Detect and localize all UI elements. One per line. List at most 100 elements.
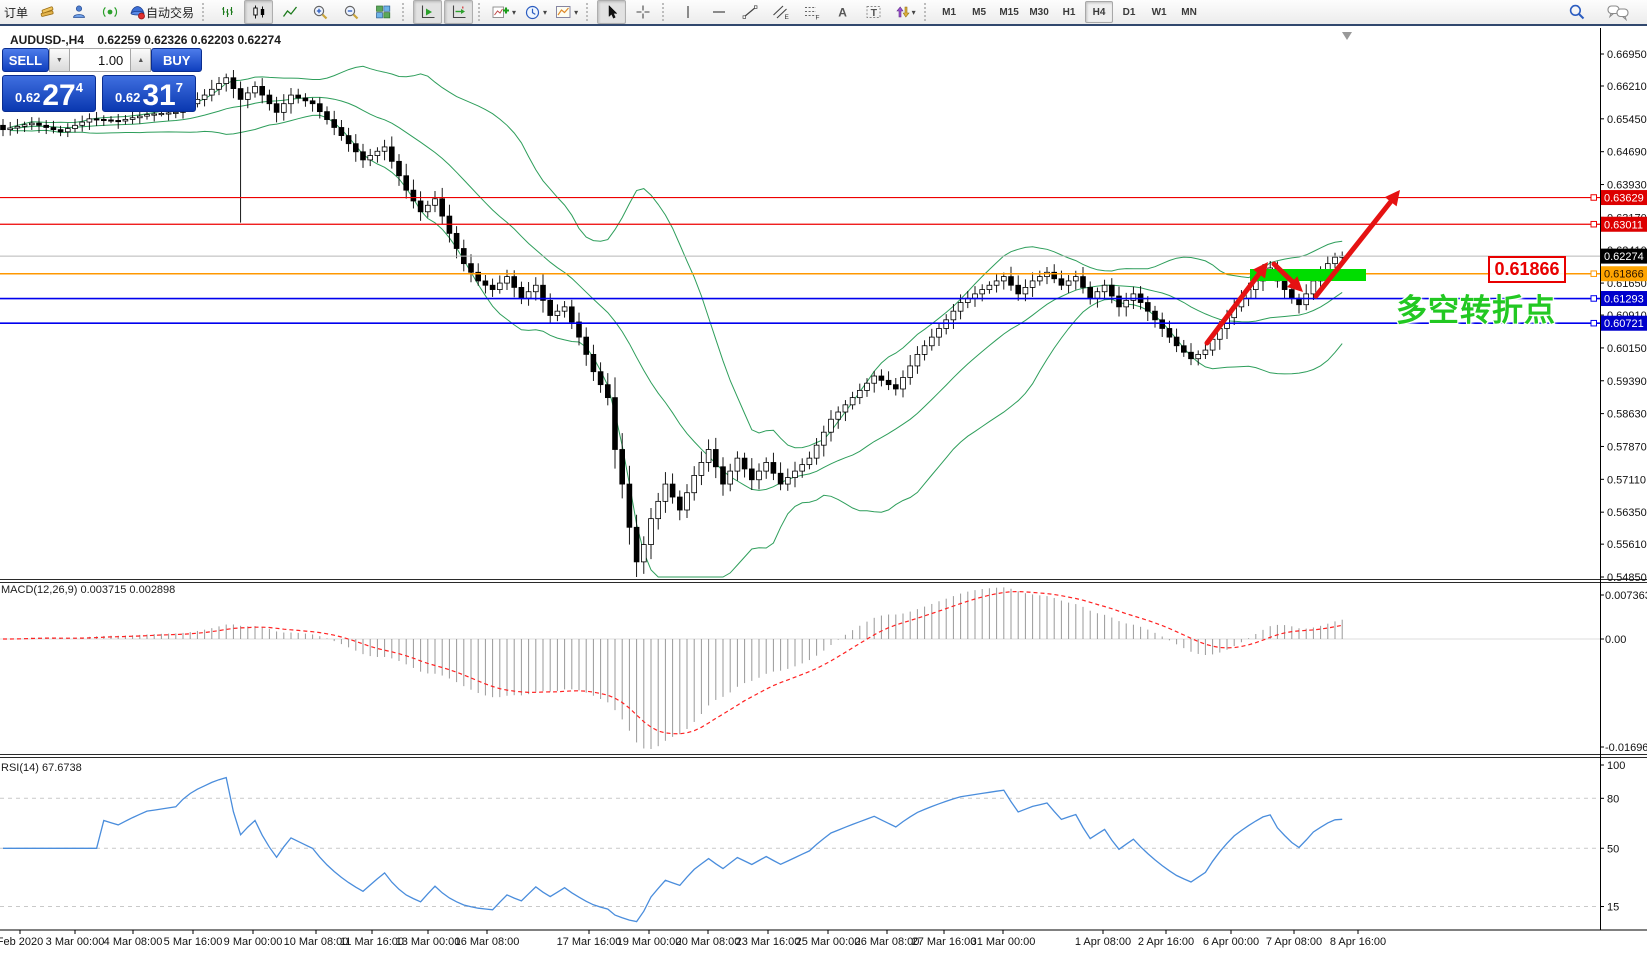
cursor-icon [604, 4, 620, 20]
svg-text:2 Apr 16:00: 2 Apr 16:00 [1138, 936, 1194, 948]
timeframe-H4[interactable]: H4 [1085, 1, 1113, 23]
arrows-tool[interactable]: ▾ [890, 0, 919, 24]
svg-text:0.56350: 0.56350 [1607, 507, 1647, 519]
buy-price-pip: 7 [176, 80, 183, 95]
tile-windows-icon [375, 4, 391, 20]
svg-text:0.62274: 0.62274 [1604, 251, 1644, 263]
timeframe-H1[interactable]: H1 [1055, 1, 1083, 23]
vertical-line-icon [681, 4, 695, 20]
svg-text:T: T [871, 7, 878, 19]
svg-text:50: 50 [1607, 843, 1619, 855]
svg-text:27 Mar 16:00: 27 Mar 16:00 [912, 936, 977, 948]
signals-button[interactable] [95, 0, 124, 24]
macd-label: MACD(12,26,9) 0.003715 0.002898 [1, 584, 175, 596]
toolbar-grip [586, 3, 591, 21]
tile-windows-button[interactable] [368, 0, 397, 24]
timeframe-M15[interactable]: M15 [995, 1, 1023, 23]
autotrading-button[interactable]: 自动交易 [126, 0, 197, 24]
svg-text:F: F [816, 15, 820, 21]
svg-text:0.58630: 0.58630 [1607, 409, 1647, 421]
zoom-in-button[interactable] [306, 0, 335, 24]
mt4-window: 订单 自动交易 [0, 0, 1647, 954]
svg-text:1 Apr 08:00: 1 Apr 08:00 [1075, 936, 1131, 948]
search-button[interactable] [1562, 0, 1591, 24]
svg-text:26 Mar 08:00: 26 Mar 08:00 [855, 936, 920, 948]
chart-canvas[interactable]: 0.669500.662100.654500.646900.639300.631… [0, 28, 1647, 954]
chart-window[interactable]: 0.669500.662100.654500.646900.639300.631… [0, 28, 1647, 954]
auto-scroll-button[interactable] [413, 0, 442, 24]
buy-price-prefix: 0.62 [115, 90, 140, 105]
autotrading-label: 自动交易 [146, 4, 194, 21]
trendline-tool[interactable] [735, 0, 764, 24]
macd-layer [3, 587, 1342, 749]
chat-bubbles-icon [1607, 4, 1629, 21]
timeframe-W1[interactable]: W1 [1145, 1, 1173, 23]
data-window-button[interactable] [64, 0, 93, 24]
rsi-label: RSI(14) 67.6738 [1, 762, 82, 774]
chat-button[interactable] [1603, 0, 1632, 24]
chart-shift-icon [451, 4, 467, 20]
add-indicator-button[interactable]: ▾ [489, 0, 519, 24]
new-order-button[interactable]: 订单 [1, 0, 31, 24]
svg-text:31 Mar 00:00: 31 Mar 00:00 [971, 936, 1036, 948]
timeframe-M1[interactable]: M1 [935, 1, 963, 23]
vertical-line-tool[interactable] [673, 0, 702, 24]
line-chart-button[interactable] [275, 0, 304, 24]
svg-text:25 Mar 00:00: 25 Mar 00:00 [796, 936, 861, 948]
one-click-trading-panel: SELL ▼ 1.00 ▲ BUY 0.62 27 4 0.62 31 7 [2, 48, 202, 112]
new-order-label: 订单 [4, 4, 28, 21]
rsi-line [3, 778, 1342, 922]
sell-price-big: 27 [42, 82, 75, 109]
text-tool[interactable]: A [828, 0, 857, 24]
svg-text:0.64690: 0.64690 [1607, 147, 1647, 159]
sell-button[interactable]: SELL [2, 48, 49, 72]
sonar-icon [102, 4, 118, 20]
svg-text:0.54850: 0.54850 [1607, 572, 1647, 584]
timeframe-M5[interactable]: M5 [965, 1, 993, 23]
volume-down-button[interactable]: ▼ [49, 48, 70, 72]
volume-up-button[interactable]: ▲ [130, 48, 151, 72]
search-icon [1568, 3, 1586, 21]
template-icon [555, 4, 572, 20]
text-label-icon: T [865, 4, 882, 20]
horizontal-line-tool[interactable] [704, 0, 733, 24]
svg-text:9 Mar 00:00: 9 Mar 00:00 [224, 936, 283, 948]
buy-price-display[interactable]: 0.62 31 7 [102, 75, 196, 112]
timeframe-M30[interactable]: M30 [1025, 1, 1053, 23]
templates-button[interactable]: ▾ [552, 0, 581, 24]
buy-price-big: 31 [142, 82, 175, 109]
dropdown-caret-icon: ▾ [512, 8, 516, 17]
timeframe-group: M1M5M15M30H1H4D1W1MN [934, 1, 1204, 23]
buy-button[interactable]: BUY [151, 48, 202, 72]
svg-text:80: 80 [1607, 793, 1619, 805]
cursor-tool-button[interactable] [597, 0, 626, 24]
equidistant-channel-icon: E [772, 4, 789, 20]
pivot-annotation[interactable]: 多空转折点 [1396, 285, 1556, 330]
price-callout[interactable]: 0.61866 [1488, 256, 1566, 283]
zoom-out-button[interactable] [337, 0, 366, 24]
volume-input[interactable]: 1.00 [70, 48, 130, 72]
sell-price-display[interactable]: 0.62 27 4 [2, 75, 96, 112]
horizontal-line-icon [711, 4, 727, 20]
timeframe-D1[interactable]: D1 [1115, 1, 1143, 23]
bar-chart-button[interactable] [213, 0, 242, 24]
fibonacci-tool[interactable]: F [797, 0, 826, 24]
channel-tool[interactable]: E [766, 0, 795, 24]
timeframe-MN[interactable]: MN [1175, 1, 1203, 23]
sell-price-pip: 4 [76, 80, 83, 95]
crosshair-tool-button[interactable] [628, 0, 657, 24]
svg-text:0.007363: 0.007363 [1605, 590, 1647, 602]
svg-text:E: E [785, 14, 790, 20]
periods-button[interactable]: ▾ [521, 0, 550, 24]
market-watch-button[interactable] [33, 0, 62, 24]
candlestick-chart-button[interactable] [244, 0, 273, 24]
zoom-in-icon [312, 4, 329, 21]
fibonacci-icon: F [803, 4, 820, 20]
toolbar-grip [478, 3, 483, 21]
text-label-tool[interactable]: T [859, 0, 888, 24]
price-lines-layer [0, 198, 1600, 324]
svg-text:11 Mar 16:00: 11 Mar 16:00 [340, 936, 404, 948]
svg-text:0.00: 0.00 [1605, 634, 1626, 646]
svg-text:3 Mar 00:00: 3 Mar 00:00 [46, 936, 105, 948]
chart-shift-button[interactable] [444, 0, 473, 24]
